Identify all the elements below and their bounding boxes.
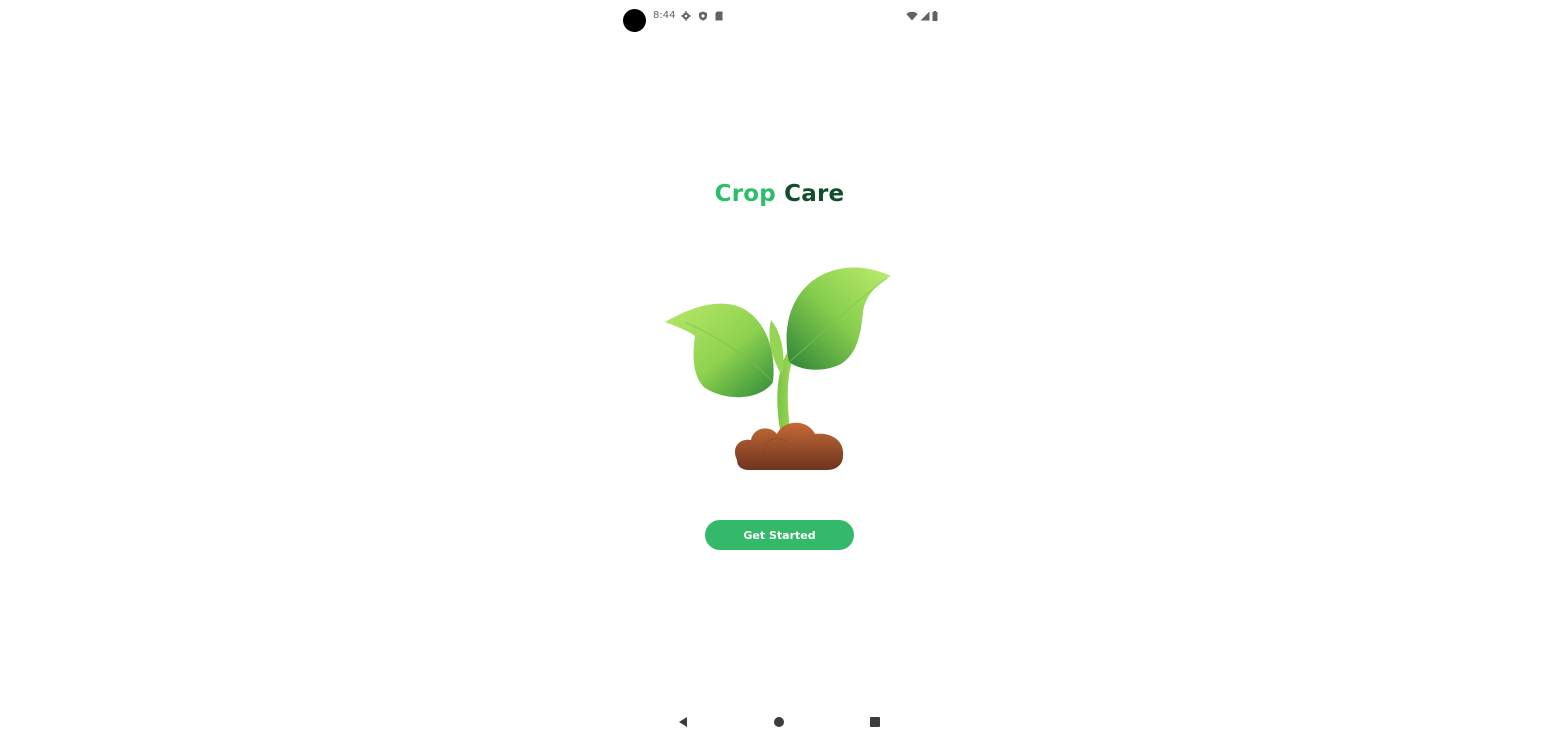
app-screen: 8:44 Crop Care Get Started <box>618 0 941 739</box>
status-bar: 8:44 <box>618 0 941 36</box>
recents-icon <box>870 717 880 727</box>
title-word-care: Care <box>784 181 845 207</box>
get-started-button[interactable]: Get Started <box>705 520 854 550</box>
title-word-crop: Crop <box>714 181 776 207</box>
shield-icon <box>699 11 707 21</box>
camera-cutout <box>623 9 646 32</box>
battery-icon <box>932 11 938 21</box>
recents-button[interactable] <box>865 712 885 732</box>
signal-icon <box>920 11 930 21</box>
back-button[interactable] <box>673 712 693 732</box>
home-button[interactable] <box>769 712 789 732</box>
status-time: 8:44 <box>653 10 676 21</box>
app-title: Crop Care <box>618 181 941 207</box>
settings-icon <box>681 11 691 21</box>
back-icon <box>679 717 687 727</box>
home-icon <box>774 717 784 727</box>
sd-card-icon <box>715 11 723 21</box>
navigation-bar <box>618 704 941 739</box>
seedling-illustration <box>665 267 891 470</box>
wifi-icon <box>906 11 918 21</box>
